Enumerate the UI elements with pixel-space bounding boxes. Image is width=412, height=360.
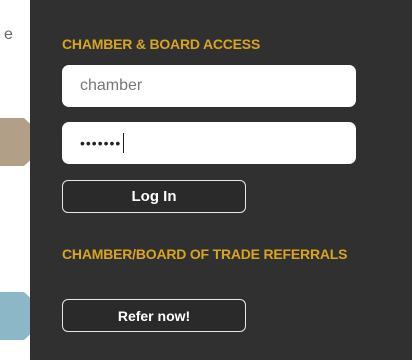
access-heading: CHAMBER & BOARD ACCESS [62,36,261,52]
login-panel: CHAMBER & BOARD ACCESS chamber ••••••• L… [30,0,412,360]
login-button[interactable]: Log In [62,180,246,213]
referrals-heading: CHAMBER/BOARD OF TRADE REFERRALS [62,246,348,262]
username-value: chamber [80,77,143,94]
text-cursor [123,133,125,153]
password-masked-value: ••••••• [80,135,122,151]
refer-now-button[interactable]: Refer now! [62,299,246,332]
partial-text: e [4,26,13,43]
username-field[interactable]: chamber [62,65,356,107]
password-field[interactable]: ••••••• [62,122,356,164]
